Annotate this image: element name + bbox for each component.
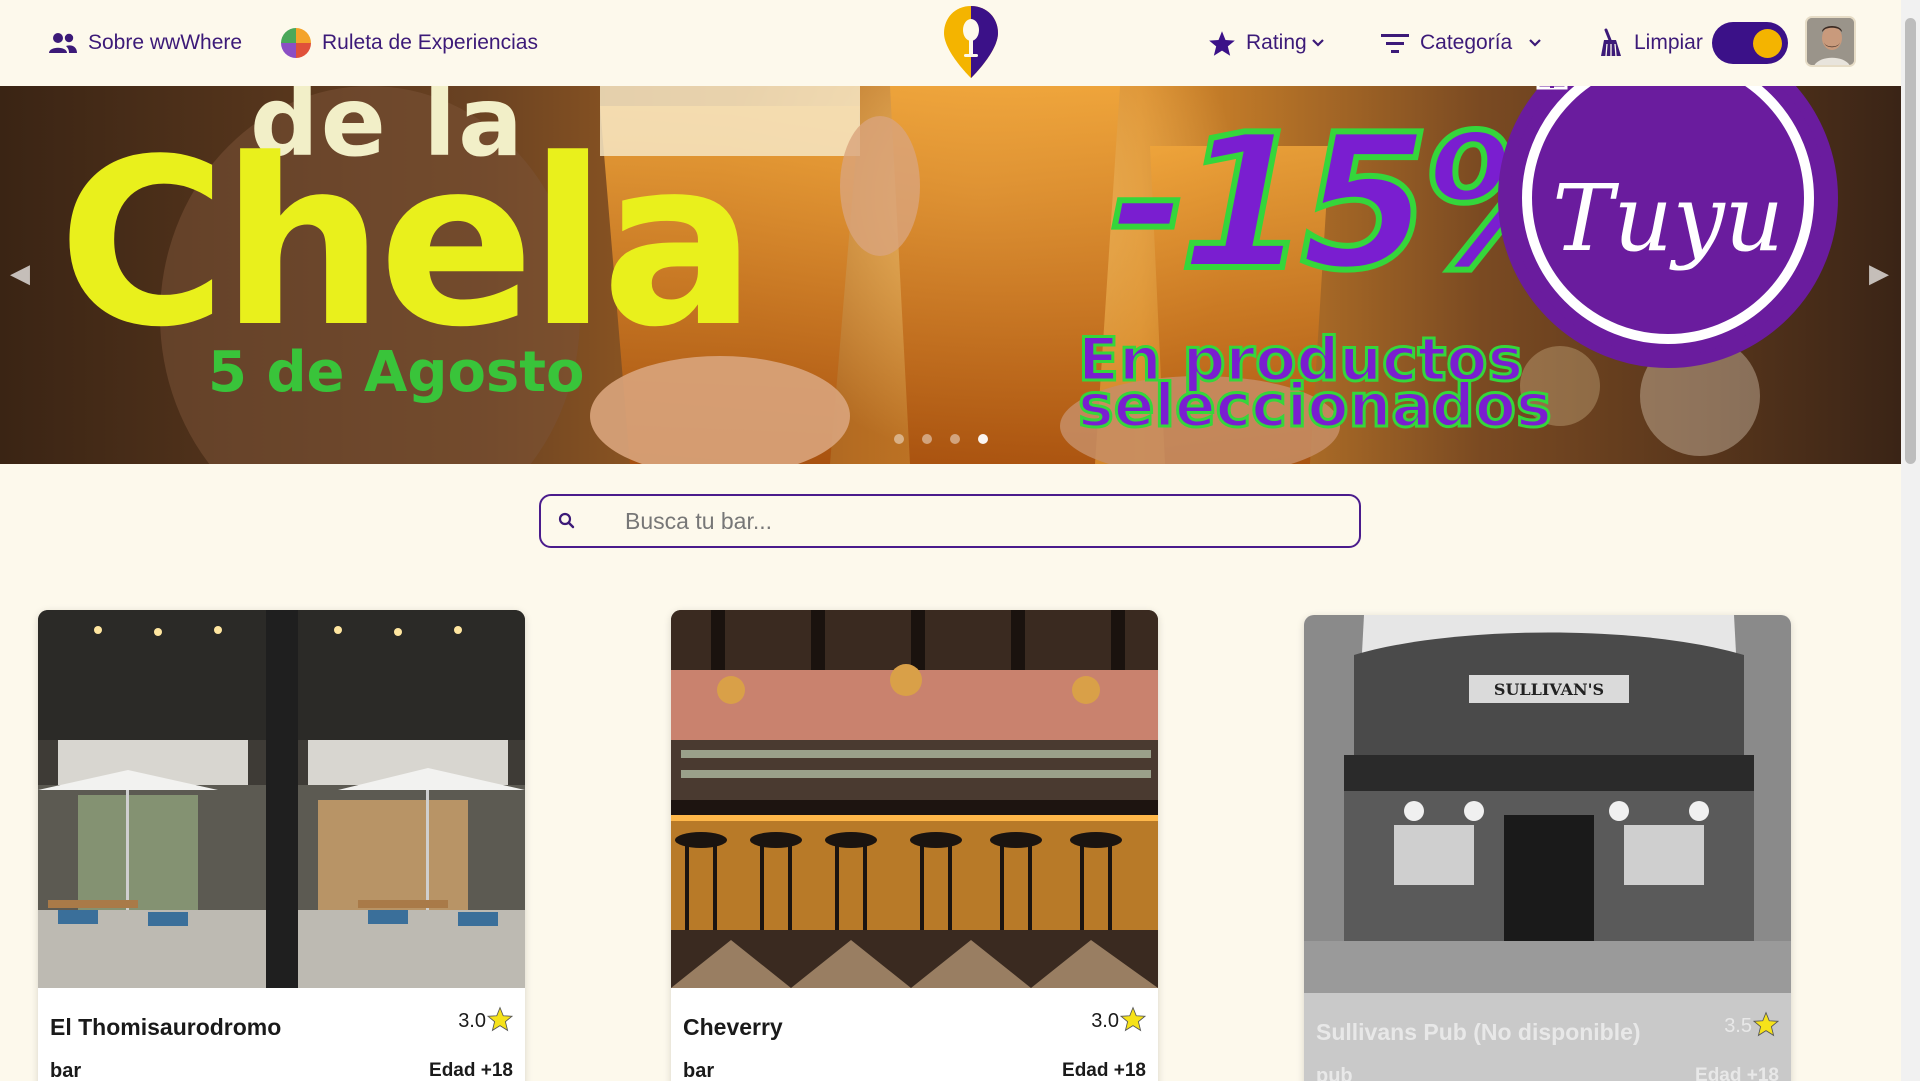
bar-name: Sullivans Pub (No disponible) (1316, 1019, 1641, 1045)
clear-label: Limpiar (1634, 31, 1703, 54)
star-icon (1753, 1010, 1779, 1036)
promo-carousel[interactable]: de la Chela 5 de Agosto -15% En producto… (0, 86, 1901, 464)
rating-label: Rating (1246, 31, 1307, 54)
hero-promo-line2: seleccionados (1077, 371, 1554, 441)
user-avatar[interactable] (1805, 16, 1856, 67)
wwwhere-logo[interactable] (942, 4, 1000, 80)
sullivans-sign: SULLIVAN'S (1494, 680, 1604, 699)
bar-rating: 3.0 (458, 1005, 513, 1033)
color-wheel-icon (281, 28, 311, 58)
theme-toggle[interactable] (1712, 22, 1788, 64)
search-bar[interactable] (539, 494, 1361, 548)
bar-card-unavailable[interactable]: SULLIVAN'S Sullivans Pub (No disponible)… (1304, 615, 1791, 1081)
carousel-indicators (894, 434, 988, 444)
bar-photo: SULLIVAN'S (1304, 615, 1791, 993)
bar-name: El Thomisaurodromo (50, 1014, 282, 1040)
star-icon (487, 1005, 513, 1031)
category-dropdown[interactable]: Categoría (1380, 0, 1542, 86)
carousel-dot[interactable] (894, 434, 904, 444)
top-navbar: Sobre wwWhere Ruleta de Experiencias Rat… (0, 0, 1901, 86)
search-input[interactable] (625, 507, 1325, 535)
toggle-knob (1753, 29, 1782, 58)
clear-filters-button[interactable]: Limpiar (1598, 0, 1703, 86)
about-link[interactable]: Sobre wwWhere (48, 0, 242, 86)
carousel-dot-active[interactable] (978, 434, 988, 444)
bar-category: pub (1316, 1065, 1353, 1081)
rating-value: 3.0 (1091, 1010, 1119, 1032)
avatar-image (1807, 18, 1854, 65)
roulette-label: Ruleta de Experiencias (322, 31, 538, 54)
search-icon (558, 512, 575, 529)
filter-icon (1381, 34, 1409, 53)
carousel-prev-button[interactable]: ◀ (10, 258, 30, 289)
rating-value: 3.0 (458, 1010, 486, 1032)
broom-icon (1601, 28, 1621, 57)
bar-category: bar (683, 1060, 715, 1081)
star-icon (1120, 1005, 1146, 1031)
bar-age-limit: Edad +18 (1062, 1060, 1146, 1081)
category-label: Categoría (1420, 31, 1513, 54)
roulette-link[interactable]: Ruleta de Experiencias (280, 0, 538, 86)
bar-rating: 3.0 (1091, 1005, 1146, 1033)
chevron-down-icon (1529, 39, 1542, 47)
gift-icon (1536, 86, 1568, 90)
page-scrollbar[interactable] (1901, 0, 1920, 1081)
carousel-dot[interactable] (950, 434, 960, 444)
bar-card[interactable]: Cheverry 3.0 bar Edad +18 (671, 610, 1158, 1081)
brand-name: Tuyu (1552, 164, 1784, 272)
about-label: Sobre wwWhere (88, 31, 243, 54)
bar-photo (38, 610, 525, 988)
bar-photo (671, 610, 1158, 988)
bar-age-limit: Edad +18 (1695, 1065, 1779, 1081)
hero-title: Chela (58, 111, 757, 378)
bar-card[interactable]: El Thomisaurodromo 3.0 bar Edad +18 (38, 610, 525, 1081)
bar-rating: 3.5 (1724, 1010, 1779, 1038)
bar-age-limit: Edad +18 (429, 1060, 513, 1081)
star-icon (1209, 30, 1235, 56)
bar-category: bar (50, 1060, 82, 1081)
rating-value: 3.5 (1724, 1015, 1752, 1037)
hero-date: 5 de Agosto (208, 340, 585, 405)
rating-dropdown[interactable]: Rating (1208, 0, 1325, 86)
bar-name: Cheverry (683, 1014, 783, 1040)
users-icon (49, 33, 77, 53)
scrollbar-thumb[interactable] (1905, 18, 1916, 464)
chevron-down-icon (1311, 39, 1324, 47)
carousel-next-button[interactable]: ▶ (1869, 258, 1889, 289)
carousel-dot[interactable] (922, 434, 932, 444)
